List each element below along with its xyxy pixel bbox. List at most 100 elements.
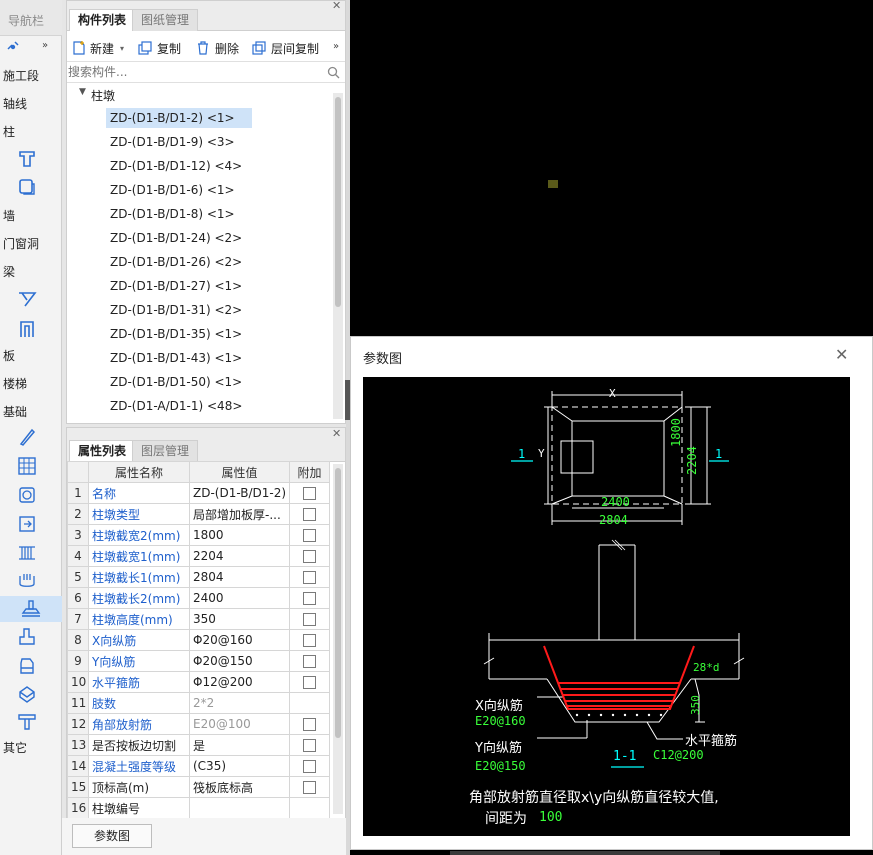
- sump-icon[interactable]: [16, 484, 38, 506]
- tree-item[interactable]: ZD-(D1-B/D1-24) <2>: [106, 228, 246, 248]
- tab-property-list[interactable]: 属性列表: [69, 440, 136, 462]
- tree-item[interactable]: ZD-(D1-B/D1-12) <4>: [106, 156, 246, 176]
- table-row[interactable]: 4 柱墩截宽1(mm) 2204: [67, 545, 330, 567]
- property-value[interactable]: 局部增加板厚-...: [189, 503, 290, 525]
- column-cap-icon[interactable]: [16, 176, 38, 198]
- bearing-platform-icon[interactable]: [16, 655, 38, 677]
- nav-cat-beam[interactable]: 梁: [3, 260, 59, 284]
- tree-item[interactable]: ZD-(D1-B/D1-26) <2>: [106, 252, 246, 272]
- property-scrollbar[interactable]: [333, 464, 343, 814]
- extra-checkbox[interactable]: [303, 613, 316, 626]
- table-row[interactable]: 2 柱墩类型 局部增加板厚-...: [67, 503, 330, 525]
- column-icon[interactable]: [16, 148, 38, 170]
- property-value[interactable]: Φ20@150: [189, 650, 290, 672]
- extra-checkbox[interactable]: [303, 571, 316, 584]
- property-value[interactable]: Φ12@200: [189, 671, 290, 693]
- dialog-close-icon[interactable]: ✕: [835, 345, 848, 364]
- property-value[interactable]: (C35): [189, 755, 290, 777]
- nav-cat-column[interactable]: 柱: [3, 120, 59, 144]
- table-row[interactable]: 9 Y向纵筋 Φ20@150: [67, 650, 330, 672]
- pile-icon[interactable]: [16, 683, 38, 705]
- nav-cat-stairs[interactable]: 楼梯: [3, 372, 59, 396]
- foundation-beam-icon[interactable]: [16, 626, 38, 648]
- search-input[interactable]: [68, 63, 318, 81]
- property-value[interactable]: 是: [189, 734, 290, 756]
- extra-checkbox[interactable]: [303, 634, 316, 647]
- extra-checkbox[interactable]: [303, 487, 316, 500]
- tree-item[interactable]: ZD-(D1-B/D1-31) <2>: [106, 300, 246, 320]
- property-value[interactable]: 2804: [189, 566, 290, 588]
- property-value[interactable]: 筏板底标高: [189, 776, 290, 798]
- table-row[interactable]: 15 顶标高(m) 筏板底标高: [67, 776, 330, 798]
- extra-checkbox[interactable]: [303, 529, 316, 542]
- table-row[interactable]: 12 角部放射筋 E20@100: [67, 713, 330, 735]
- tree-item[interactable]: ZD-(D1-B/D1-8) <1>: [106, 204, 239, 224]
- new-button[interactable]: 新建 ▾: [71, 37, 124, 59]
- tree-root[interactable]: 柱墩: [91, 87, 115, 104]
- property-value[interactable]: E20@100: [189, 713, 290, 735]
- drawing-marker[interactable]: [548, 180, 558, 188]
- table-row[interactable]: 7 柱墩高度(mm) 350: [67, 608, 330, 630]
- extra-checkbox[interactable]: [303, 592, 316, 605]
- extra-checkbox[interactable]: [303, 760, 316, 773]
- column-pier-icon[interactable]: [0, 596, 62, 622]
- pin-icon[interactable]: [6, 40, 28, 56]
- beam-icon[interactable]: [16, 288, 38, 310]
- toolbar-more-icon[interactable]: »: [333, 41, 339, 52]
- nav-cat-foundation[interactable]: 基础: [3, 400, 59, 424]
- table-row[interactable]: 14 混凝土强度等级 (C35): [67, 755, 330, 777]
- search-icon[interactable]: [327, 66, 340, 79]
- cap-icon[interactable]: [16, 710, 38, 732]
- extra-checkbox[interactable]: [303, 739, 316, 752]
- nav-cat-other[interactable]: 其它: [3, 736, 59, 760]
- table-row[interactable]: 11 肢数 2*2: [67, 692, 330, 714]
- tab-drawing-management[interactable]: 图纸管理: [132, 9, 199, 31]
- nav-cat-slab[interactable]: 板: [3, 344, 59, 368]
- table-row[interactable]: 13 是否按板边切割是: [67, 734, 330, 756]
- raft-grid-icon[interactable]: [16, 455, 38, 477]
- table-row[interactable]: 10 水平箍筋 Φ12@200: [67, 671, 330, 693]
- pile-cap-icon[interactable]: [16, 513, 38, 535]
- property-value[interactable]: 2400: [189, 587, 290, 609]
- tree-collapse-icon[interactable]: ▼: [79, 87, 86, 97]
- search-box[interactable]: [67, 61, 345, 83]
- property-value[interactable]: 1800: [189, 524, 290, 546]
- tree-item[interactable]: ZD-(D1-B/D1-2) <1>: [106, 108, 252, 128]
- tree-item[interactable]: ZD-(D1-B/D1-27) <1>: [106, 276, 246, 296]
- extra-checkbox[interactable]: [303, 781, 316, 794]
- strip-footing-icon[interactable]: [16, 426, 38, 448]
- extra-checkbox[interactable]: [303, 550, 316, 563]
- delete-button[interactable]: 删除: [195, 37, 239, 59]
- nav-cat-wall[interactable]: 墙: [3, 204, 59, 228]
- property-value[interactable]: 2*2: [189, 692, 290, 714]
- tree-scrollbar[interactable]: [333, 93, 343, 419]
- tree-item[interactable]: ZD-(D1-B/D1-35) <1>: [106, 324, 246, 344]
- property-scroll-thumb[interactable]: [335, 468, 341, 738]
- table-row[interactable]: 16 柱墩编号: [67, 797, 330, 819]
- property-value[interactable]: [189, 797, 290, 819]
- dropdown-arrow-icon[interactable]: ▾: [120, 44, 124, 53]
- expand-arrows-icon[interactable]: »: [42, 40, 48, 51]
- table-row[interactable]: 1 名称 ZD-(D1-B/D1-2): [67, 482, 330, 504]
- tree-scroll-thumb[interactable]: [335, 97, 341, 307]
- copy-button[interactable]: 复制: [137, 37, 181, 59]
- tree-item[interactable]: ZD-(D1-B/D1-43) <1>: [106, 348, 246, 368]
- tab-component-list[interactable]: 构件列表: [69, 9, 136, 31]
- property-value[interactable]: Φ20@160: [189, 629, 290, 651]
- extra-checkbox[interactable]: [303, 508, 316, 521]
- nav-cat-axis[interactable]: 轴线: [3, 92, 59, 116]
- property-value[interactable]: ZD-(D1-B/D1-2): [189, 482, 290, 504]
- table-row[interactable]: 5 柱墩截长1(mm) 2804: [67, 566, 330, 588]
- property-value[interactable]: 350: [189, 608, 290, 630]
- nav-cat-construction-section[interactable]: 施工段: [3, 64, 59, 88]
- extra-checkbox[interactable]: [303, 718, 316, 731]
- table-row[interactable]: 3 柱墩截宽2(mm) 1800: [67, 524, 330, 546]
- ring-beam-icon[interactable]: [16, 318, 38, 340]
- panel-close-icon[interactable]: ✕: [332, 0, 341, 12]
- pile-row-icon[interactable]: [16, 542, 38, 564]
- nav-cat-door-window[interactable]: 门窗洞: [3, 232, 59, 256]
- extra-checkbox[interactable]: [303, 655, 316, 668]
- floor-copy-button[interactable]: 层间复制: [251, 37, 319, 59]
- tab-layer-management[interactable]: 图层管理: [132, 440, 199, 462]
- tree-item[interactable]: ZD-(D1-B/D1-50) <1>: [106, 372, 246, 392]
